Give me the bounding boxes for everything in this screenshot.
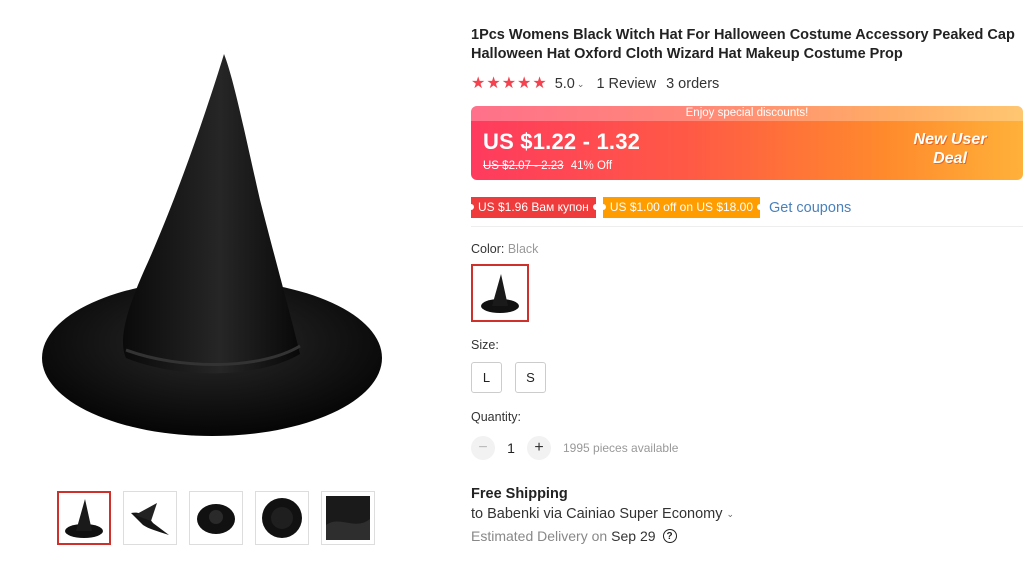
- quantity-stepper: − 1 + 1995 pieces available: [471, 436, 1023, 460]
- quantity-available: 1995 pieces available: [563, 441, 679, 455]
- quantity-increase-button[interactable]: +: [527, 436, 551, 460]
- delivery-date: Sep 29: [611, 528, 656, 544]
- orders-count: 3 orders: [666, 76, 720, 92]
- color-option-black[interactable]: [471, 264, 529, 322]
- product-title: 1Pcs Womens Black Witch Hat For Hallowee…: [471, 27, 1015, 62]
- fabric-thumbnail-icon: [326, 496, 370, 540]
- shipping-title: Free Shipping: [471, 486, 568, 502]
- hat-top-thumbnail-icon: [197, 504, 235, 534]
- size-options: L S: [471, 362, 1023, 393]
- coupon-store[interactable]: US $1.96 Вам купон: [468, 197, 599, 218]
- shipping-destination[interactable]: to Babenki via Cainiao Super Economy ⌄: [471, 506, 1023, 522]
- rating-value[interactable]: 5.0: [555, 76, 575, 92]
- banner-note: Enjoy special discounts!: [471, 106, 1023, 121]
- witch-hat-image: [42, 54, 382, 436]
- product-info: 1Pcs Womens Black Witch Hat For Hallowee…: [468, 26, 1023, 544]
- product-main-image[interactable]: [30, 40, 400, 460]
- thumbnail-strip: [57, 491, 375, 545]
- color-label-row: Color: Black: [471, 242, 1023, 256]
- current-price: US $1.22 - 1.32: [483, 129, 641, 154]
- original-price: US $2.07 - 2.23: [483, 160, 564, 172]
- rating-row: ★ ★ ★ ★ ★ 5.0 ⌄ 1 Review 3 orders: [471, 76, 1023, 93]
- discount-percent: 41% Off: [570, 160, 613, 172]
- delivery-estimate: Estimated Delivery on Sep 29 ?: [471, 528, 1023, 544]
- quantity-decrease-button[interactable]: −: [471, 436, 495, 460]
- rating-stars[interactable]: ★ ★ ★ ★ ★: [471, 76, 547, 92]
- reviews-link[interactable]: 1 Review: [596, 76, 656, 92]
- star-icon: ★: [501, 75, 517, 92]
- chevron-down-icon[interactable]: ⌄: [577, 79, 585, 90]
- coupon-row: US $1.96 Вам купон US $1.00 off on US $1…: [468, 197, 1023, 218]
- hat-thumbnail-icon: [65, 499, 103, 538]
- price-sub: US $2.07 - 2.23 41% Off: [483, 160, 612, 172]
- quantity-value[interactable]: 1: [495, 440, 527, 456]
- hat-bottom-thumbnail-icon: [262, 498, 302, 538]
- star-icon: ★: [517, 75, 532, 92]
- shipping-destination-text: to Babenki via Cainiao Super Economy: [471, 506, 723, 522]
- thumbnail-3[interactable]: [189, 491, 243, 545]
- thumbnail-5[interactable]: [321, 491, 375, 545]
- chevron-down-icon: ⌄: [726, 508, 735, 519]
- hat-side-thumbnail-icon: [131, 503, 169, 535]
- delivery-label: Estimated Delivery on: [471, 528, 608, 544]
- thumbnail-2[interactable]: [123, 491, 177, 545]
- get-coupons-link[interactable]: Get coupons: [769, 200, 851, 216]
- size-option-s[interactable]: S: [515, 362, 546, 393]
- size-option-l[interactable]: L: [471, 362, 502, 393]
- size-label: Size:: [471, 338, 499, 352]
- color-value: Black: [507, 242, 539, 256]
- price-banner: Enjoy special discounts! US $1.22 - 1.32…: [471, 106, 1023, 180]
- thumbnail-4[interactable]: [255, 491, 309, 545]
- coupon-platform[interactable]: US $1.00 off on US $18.00: [599, 197, 764, 218]
- new-user-deal-badge: New User Deal: [905, 130, 995, 168]
- divider: [471, 226, 1023, 227]
- quantity-label: Quantity:: [471, 410, 522, 424]
- thumbnail-1[interactable]: [57, 491, 111, 545]
- hat-swatch-icon: [481, 274, 519, 313]
- star-icon: ★: [486, 75, 501, 92]
- star-icon: ★: [532, 75, 547, 92]
- help-icon[interactable]: ?: [662, 529, 677, 543]
- color-label: Color:: [471, 242, 505, 256]
- deal-badge-text: New User Deal: [913, 131, 987, 167]
- star-icon: ★: [471, 75, 486, 92]
